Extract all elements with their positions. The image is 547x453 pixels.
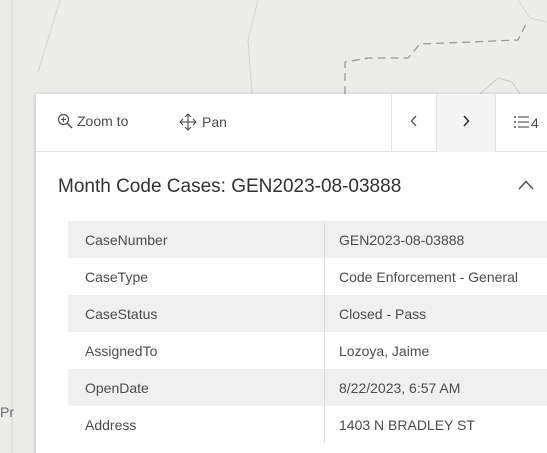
list-icon [513,114,529,133]
field-name: Address [68,406,325,443]
field-name: OpenDate [68,369,325,406]
chevron-right-icon [462,114,470,132]
popup-title: Month Code Cases: GEN2023-08-03888 [58,176,402,197]
table-row: Address 1403 N BRADLEY ST [68,406,547,443]
table-row: CaseNumber GEN2023-08-03888 [68,221,547,258]
map-place-label: Pr [0,404,14,420]
field-value: 8/22/2023, 6:57 AM [339,379,461,396]
table-row: CaseType Code Enforcement - General [68,258,547,295]
feature-count: 4 [531,115,539,131]
pan-icon [178,113,198,131]
table-row: CaseStatus Closed - Pass [68,295,547,332]
field-name: CaseType [68,258,325,295]
pan-label: Pan [202,114,227,130]
zoom-in-icon [57,113,73,129]
zoom-to-label: Zoom to [77,113,129,129]
chevron-up-icon [518,177,534,194]
zoom-to-button[interactable]: Zoom to [57,113,128,129]
feature-list-button[interactable]: 4 [495,94,547,152]
field-name: AssignedTo [68,332,325,369]
field-value: GEN2023-08-03888 [339,231,465,248]
field-value: Lozoya, Jaime [339,342,430,359]
field-name: CaseNumber [68,221,325,258]
next-feature-button[interactable] [436,94,495,152]
previous-feature-button[interactable] [391,94,436,152]
feature-popup: Zoom to Pan 4 Month Code Cases: GEN2023-… [36,94,547,453]
pan-button[interactable]: Pan [178,113,227,131]
field-value: Closed - Pass [339,305,427,322]
attribute-table: CaseNumber GEN2023-08-03888 CaseType Cod… [68,221,547,443]
field-value: 1403 N BRADLEY ST [339,416,475,433]
table-row: OpenDate 8/22/2023, 6:57 AM [68,369,547,406]
chevron-left-icon [410,114,418,132]
popup-toolbar: Zoom to Pan 4 [36,94,547,152]
table-row: AssignedTo Lozoya, Jaime [68,332,547,369]
field-value: Code Enforcement - General [339,268,518,285]
field-name: CaseStatus [68,295,325,332]
collapse-button[interactable] [518,177,534,195]
